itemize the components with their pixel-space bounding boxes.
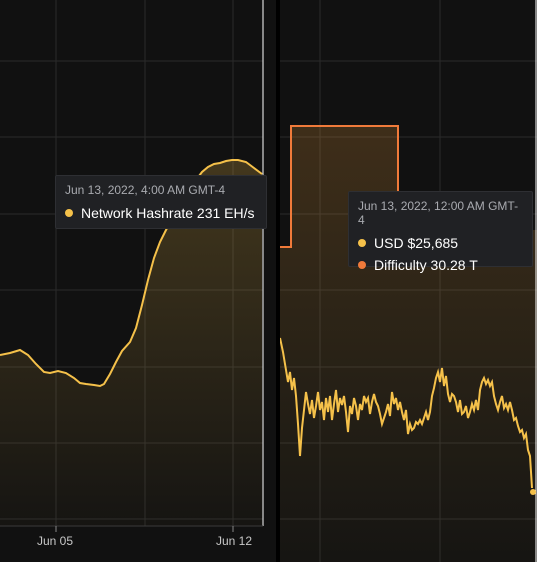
- tooltip-usd-row: USD $25,685: [358, 235, 523, 251]
- hashrate-chart-panel[interactable]: Jun 05 Jun 12 Jun 13, 2022, 4:00 AM GMT-…: [0, 0, 276, 562]
- yellow-dot-icon: [358, 239, 366, 247]
- usd-hover-point: [530, 489, 536, 495]
- price-difficulty-chart[interactable]: [280, 0, 537, 562]
- tooltip-difficulty-row: Difficulty 30.28 T: [358, 257, 523, 273]
- price-difficulty-chart-panel[interactable]: Jun 13, 2022, 12:00 AM GMT-4 USD $25,685…: [280, 0, 537, 562]
- yellow-dot-icon: [65, 209, 73, 217]
- hashrate-tooltip: Jun 13, 2022, 4:00 AM GMT-4 Network Hash…: [55, 175, 267, 229]
- hashrate-chart[interactable]: [0, 0, 276, 562]
- price-difficulty-tooltip: Jun 13, 2022, 12:00 AM GMT-4 USD $25,685…: [348, 191, 533, 273]
- x-tick-label-jun-12: Jun 12: [216, 534, 253, 548]
- tooltip-timestamp: Jun 13, 2022, 12:00 AM GMT-4: [358, 199, 519, 227]
- orange-dot-icon: [358, 261, 366, 269]
- tooltip-difficulty-value: Difficulty 30.28 T: [374, 257, 478, 273]
- x-tick-label-jun-05: Jun 05: [37, 534, 74, 548]
- tooltip-hashrate-value: Network Hashrate 231 EH/s: [81, 205, 255, 221]
- tooltip-usd-value: USD $25,685: [374, 235, 459, 251]
- tooltip-series-row: Network Hashrate 231 EH/s: [65, 205, 257, 221]
- tooltip-timestamp: Jun 13, 2022, 4:00 AM GMT-4: [65, 183, 226, 197]
